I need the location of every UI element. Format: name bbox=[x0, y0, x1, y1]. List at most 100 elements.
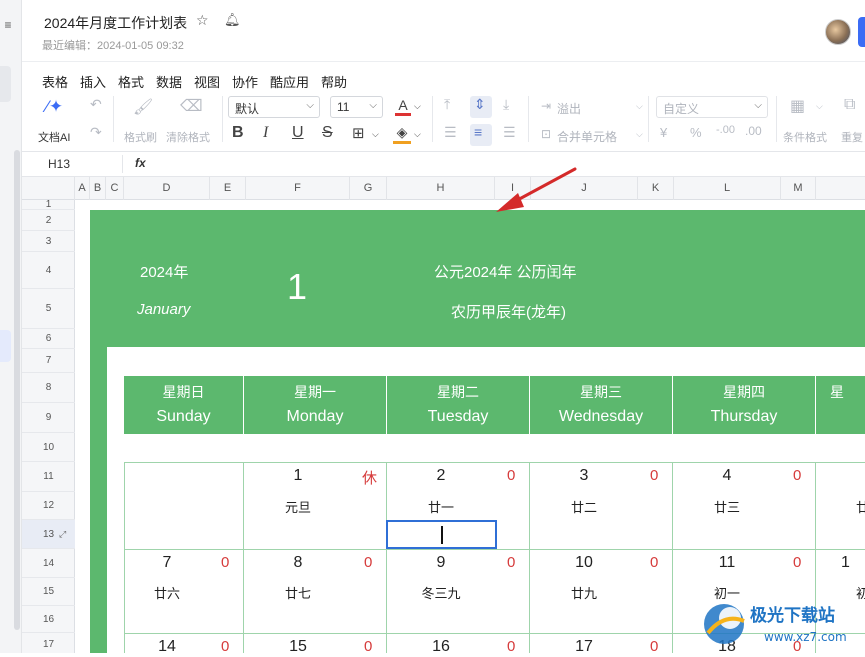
font-color-icon[interactable]: A bbox=[395, 97, 411, 116]
ai-label[interactable]: 文档AI bbox=[38, 129, 70, 145]
align-right-icon[interactable]: ☰ bbox=[503, 124, 516, 141]
row-header[interactable]: 1 bbox=[22, 200, 75, 210]
clear-format-label[interactable]: 清除格式 bbox=[166, 129, 210, 145]
day-count[interactable]: 0 bbox=[364, 638, 372, 655]
star-icon[interactable]: ☆ bbox=[196, 12, 209, 29]
day-number[interactable]: 16 bbox=[416, 638, 466, 656]
day-number[interactable]: 11 bbox=[702, 554, 752, 572]
row-header[interactable]: 4 bbox=[22, 252, 75, 289]
menu-table[interactable]: 表格 bbox=[42, 72, 68, 91]
duplicate-icon[interactable]: ⧉ bbox=[844, 96, 855, 114]
currency-button[interactable]: ¥ bbox=[660, 125, 667, 140]
row-header[interactable]: 10 bbox=[22, 433, 75, 462]
bold-button[interactable]: B bbox=[232, 124, 244, 142]
format-painter-icon[interactable]: 🖌︎ bbox=[133, 97, 153, 117]
percent-button[interactable]: % bbox=[690, 125, 702, 140]
menu-data[interactable]: 数据 bbox=[156, 72, 182, 91]
document-title[interactable]: 2024年月度工作计划表 bbox=[44, 13, 187, 33]
align-middle-icon[interactable]: ⇕ bbox=[474, 96, 486, 113]
day-number[interactable]: 1 bbox=[841, 554, 865, 572]
eraser-icon[interactable]: ⌫ bbox=[180, 96, 203, 116]
day-count[interactable]: 0 bbox=[507, 467, 515, 484]
chevron-down-icon[interactable]: ⌵ bbox=[414, 129, 421, 140]
number-format-select[interactable]: 自定义 ⌵ bbox=[656, 96, 768, 118]
align-left-icon[interactable]: ☰ bbox=[444, 124, 457, 141]
column-header-overflow[interactable] bbox=[816, 177, 865, 200]
row-header[interactable]: 16 bbox=[22, 606, 75, 633]
column-header[interactable]: C bbox=[106, 177, 124, 200]
day-number[interactable]: 15 bbox=[273, 638, 323, 656]
menu-icon[interactable]: ≡ bbox=[0, 18, 16, 44]
day-number[interactable]: 9 bbox=[416, 554, 466, 572]
row-header[interactable]: 11 bbox=[22, 462, 75, 492]
font-select[interactable]: 默认 ⌵ bbox=[228, 96, 320, 118]
column-header[interactable]: G bbox=[350, 177, 387, 200]
chevron-down-icon[interactable]: ⌵ bbox=[636, 129, 643, 140]
select-all-corner[interactable] bbox=[22, 177, 75, 200]
day-count[interactable]: 0 bbox=[650, 467, 658, 484]
lunar-day[interactable]: 廿三 bbox=[682, 497, 772, 516]
day-count[interactable]: 0 bbox=[221, 554, 229, 571]
row-header[interactable]: 6 bbox=[22, 329, 75, 349]
menu-help[interactable]: 帮助 bbox=[321, 72, 347, 91]
overflow-label[interactable]: 溢出 bbox=[557, 100, 581, 117]
menu-format[interactable]: 格式 bbox=[118, 72, 144, 91]
avatar[interactable] bbox=[825, 19, 851, 45]
weekday-header[interactable]: 星期二 Tuesday bbox=[387, 376, 530, 434]
row-header[interactable]: 2 bbox=[22, 210, 75, 231]
day-number[interactable]: 8 bbox=[273, 554, 323, 572]
undo-icon[interactable]: ↶ bbox=[90, 96, 102, 113]
row-header[interactable]: 3 bbox=[22, 231, 75, 252]
row-header[interactable]: 5 bbox=[22, 289, 75, 329]
day-number[interactable]: 10 bbox=[559, 554, 609, 572]
row-header[interactable]: 7 bbox=[22, 349, 75, 373]
weekday-header[interactable]: 星期三 Wednesday bbox=[530, 376, 673, 434]
lunar-day[interactable]: 廿六 bbox=[122, 583, 212, 602]
merge-label[interactable]: 合并单元格 bbox=[557, 128, 617, 145]
column-header[interactable]: L bbox=[674, 177, 781, 200]
align-bottom-icon[interactable]: ⤓ bbox=[503, 96, 509, 113]
redo-icon[interactable]: ↷ bbox=[90, 124, 102, 141]
row-header[interactable]: 9 bbox=[22, 403, 75, 433]
weekday-header[interactable]: 星期四 Thursday bbox=[673, 376, 816, 434]
fill-color-icon[interactable]: ◈ bbox=[393, 124, 411, 144]
column-header[interactable]: K bbox=[638, 177, 674, 200]
merge-icon[interactable]: ⊡ bbox=[541, 127, 551, 141]
lunar-day[interactable]: 廿 bbox=[826, 497, 865, 516]
underline-button[interactable]: U bbox=[292, 124, 304, 142]
lunar-day[interactable]: 廿一 bbox=[396, 497, 486, 516]
day-number[interactable]: 17 bbox=[559, 638, 609, 656]
day-count[interactable]: 0 bbox=[650, 554, 658, 571]
chevron-down-icon[interactable]: ⌵ bbox=[636, 101, 643, 112]
row-header[interactable]: 14 bbox=[22, 549, 75, 578]
overflow-icon[interactable]: ⇥ bbox=[541, 99, 551, 113]
align-center-icon[interactable]: ≡ bbox=[474, 124, 482, 140]
left-pane-item[interactable] bbox=[0, 66, 11, 102]
day-number[interactable]: 2 bbox=[416, 467, 466, 485]
lunar-day[interactable]: 廿二 bbox=[539, 497, 629, 516]
left-pane-scrollbar[interactable] bbox=[14, 150, 20, 630]
column-header[interactable]: E bbox=[210, 177, 246, 200]
row-header[interactable]: 17 bbox=[22, 633, 75, 653]
column-header[interactable]: H bbox=[387, 177, 495, 200]
weekday-header[interactable]: 星期日 Sunday bbox=[124, 376, 244, 434]
align-top-icon[interactable]: ⤒ bbox=[444, 96, 450, 113]
chevron-down-icon[interactable]: ⌵ bbox=[414, 101, 421, 112]
day-count[interactable]: 0 bbox=[650, 638, 658, 655]
decrease-decimal-button[interactable]: -.00 bbox=[716, 124, 735, 136]
weekday-header[interactable]: 星 bbox=[816, 376, 865, 434]
menu-collab[interactable]: 协作 bbox=[232, 72, 258, 91]
column-header[interactable]: B bbox=[90, 177, 106, 200]
lunar-day[interactable]: 廿九 bbox=[539, 583, 629, 602]
day-number[interactable]: 4 bbox=[702, 467, 752, 485]
day-count[interactable]: 休 bbox=[362, 467, 377, 488]
row-header[interactable]: 15 bbox=[22, 578, 75, 606]
column-header[interactable]: D bbox=[124, 177, 210, 200]
day-number[interactable]: 14 bbox=[142, 638, 192, 656]
lunar-day[interactable]: 廿七 bbox=[253, 583, 343, 602]
bell-icon[interactable]: 🔔︎ bbox=[224, 12, 241, 28]
day-count[interactable]: 0 bbox=[221, 638, 229, 655]
duplicate-label[interactable]: 重复 bbox=[841, 129, 863, 145]
share-button[interactable] bbox=[858, 17, 865, 47]
expand-row-icon[interactable]: ⤢ bbox=[59, 529, 66, 540]
